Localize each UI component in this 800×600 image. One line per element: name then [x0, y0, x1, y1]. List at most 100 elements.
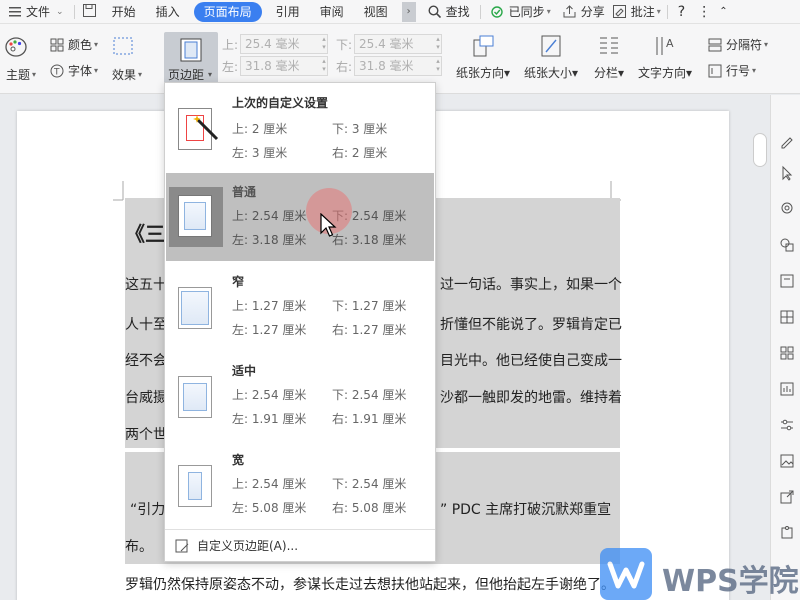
separator-icon	[708, 38, 722, 52]
effect-button[interactable]	[112, 36, 136, 66]
custom-margins-button[interactable]: 自定义页边距(A)...	[175, 537, 298, 554]
margin-area	[183, 383, 207, 411]
mouse-cursor-icon	[320, 213, 337, 237]
paper-size-button[interactable]: 纸张大小 ▾	[524, 34, 578, 81]
wps-w-mark	[607, 561, 645, 589]
search-icon	[428, 5, 442, 19]
tab-insert[interactable]: 插入	[146, 0, 190, 24]
shapes-icon[interactable]	[779, 237, 795, 253]
normal-page-icon	[178, 195, 212, 237]
more-options-icon[interactable]: ⋮	[693, 0, 715, 24]
margin-presets-dropdown: 上次的自定义设置 上: 2 厘米 下: 3 厘米 左: 3 厘米 右: 2 厘米…	[164, 82, 436, 562]
sync-button[interactable]: 已同步 ▾	[483, 0, 559, 24]
comment-button[interactable]: 批注 ▾	[609, 0, 665, 24]
palette-icon	[4, 36, 28, 60]
right-margin-spinner[interactable]: 右: 31.8 毫米	[336, 56, 442, 76]
margin-option-wide[interactable]: 宽 上: 2.54 厘米 下: 2.54 厘米 左: 5.08 厘米 右: 5.…	[166, 441, 434, 529]
tab-home[interactable]: 开始	[102, 0, 146, 24]
margin-option-title: 普通	[232, 185, 257, 199]
chart-icon[interactable]	[779, 381, 795, 397]
export-icon[interactable]	[779, 489, 795, 505]
edit-icon[interactable]	[779, 133, 795, 149]
orientation-label-wrap: 纸张方向 ▾	[456, 64, 510, 81]
margin-option-moderate[interactable]: 适中 上: 2.54 厘米 下: 2.54 厘米 左: 1.91 厘米 右: 1…	[166, 352, 434, 440]
wps-logo	[600, 548, 652, 600]
location-icon[interactable]	[779, 201, 795, 217]
apps-grid-icon[interactable]	[779, 345, 795, 361]
separator-button[interactable]: 分隔符 ▾	[708, 36, 768, 53]
help-button[interactable]: ?	[670, 0, 693, 24]
color-button[interactable]: 颜色 ▾	[50, 36, 98, 53]
file-menu[interactable]: 文件 ⌄	[0, 0, 72, 24]
format-icon[interactable]	[779, 273, 795, 289]
plugin-icon[interactable]	[779, 525, 795, 541]
pointer-icon[interactable]	[779, 165, 795, 181]
more-tabs-button[interactable]: ›	[401, 1, 416, 22]
collapse-ribbon-icon[interactable]: ⌃	[715, 0, 731, 24]
top-margin-value[interactable]: 25.4 毫米	[240, 34, 328, 54]
margin-option-narrow[interactable]: 窄 上: 1.27 厘米 下: 1.27 厘米 左: 1.27 厘米 右: 1.…	[166, 263, 434, 351]
tab-review[interactable]: 审阅	[310, 0, 354, 24]
left-margin-value[interactable]: 31.8 毫米	[240, 56, 328, 76]
margin-left-value: 左: 1.27 厘米	[232, 323, 307, 337]
separator-label: 分隔符	[726, 38, 763, 52]
doc-line-left: 两个世	[125, 427, 167, 443]
document-title: 《三	[125, 222, 165, 246]
chevron-down-icon: ▾	[504, 65, 511, 80]
text-direction-label-wrap: 文字方向 ▾	[638, 64, 692, 81]
top-margin-spinner[interactable]: 上: 25.4 毫米	[222, 34, 328, 54]
scrollbar-thumb[interactable]	[753, 133, 767, 167]
margin-option-normal[interactable]: 普通 上: 2.54 厘米 下: 2.54 厘米 左: 3.18 厘米 右: 3…	[166, 173, 434, 261]
chevron-down-icon: ▾	[94, 40, 99, 49]
left-margin-spinner[interactable]: 左: 31.8 毫米	[222, 56, 328, 76]
save-button[interactable]	[77, 0, 102, 24]
doc-quote-end: 布。	[125, 539, 153, 555]
tab-view[interactable]: 视图	[354, 0, 398, 24]
text-direction-button[interactable]: A 文字方向 ▾	[638, 34, 692, 81]
settings-icon[interactable]	[779, 417, 795, 433]
right-margin-value[interactable]: 31.8 毫米	[354, 56, 442, 76]
table-icon[interactable]	[779, 309, 795, 325]
doc-line-left: 台威摄	[125, 390, 167, 406]
chevron-down-icon: ▾	[752, 66, 757, 75]
theme-button[interactable]	[4, 36, 28, 66]
share-label: 分享	[580, 5, 605, 19]
bottom-margin-label: 下:	[336, 37, 353, 52]
tab-references[interactable]: 引用	[266, 0, 310, 24]
menu-tab-bar: 文件 ⌄ 开始 插入 页面布局 引用 审阅 视图 › 查找 已同步 ▾ 分享 批…	[0, 0, 800, 24]
chevron-down-icon: ▾	[572, 65, 579, 80]
effect-label: 效果	[112, 68, 137, 82]
theme-label: 主题	[6, 68, 31, 82]
chevron-down-icon: ▾	[32, 70, 37, 79]
image-icon[interactable]	[779, 453, 795, 469]
margin-option-title: 适中	[232, 364, 257, 378]
margin-right-value: 右: 1.91 厘米	[332, 412, 407, 426]
theme-label-button[interactable]: 主题 ▾	[6, 66, 36, 83]
vertical-scrollbar[interactable]	[750, 95, 770, 600]
margin-right-value: 右: 1.27 厘米	[332, 323, 407, 337]
doc-quote-right: ” PDC 主席打破沉默郑重宣	[440, 502, 612, 518]
chevron-down-icon: ▾	[618, 65, 625, 80]
bottom-margin-spinner[interactable]: 下: 25.4 毫米	[336, 34, 442, 54]
custom-margins-label: 自定义页边距(A)...	[197, 539, 299, 553]
font-button[interactable]: T 字体 ▾	[50, 62, 98, 79]
margin-area	[188, 472, 202, 500]
orientation-button[interactable]: 纸张方向 ▾	[456, 34, 510, 81]
margin-option-title: 宽	[232, 453, 245, 467]
search-button[interactable]: 查找	[420, 0, 478, 24]
bottom-margin-value[interactable]: 25.4 毫米	[354, 34, 442, 54]
share-button[interactable]: 分享	[559, 0, 609, 24]
tab-page-layout[interactable]: 页面布局	[193, 1, 262, 22]
margin-top-value: 上: 2.54 厘米	[232, 209, 307, 223]
line-number-button[interactable]: 行号 ▾	[708, 62, 756, 79]
page-margin-icon	[180, 38, 202, 65]
chevron-down-icon: ▾	[208, 70, 213, 79]
margin-button[interactable]: 页边距 ▾	[164, 32, 218, 86]
chevron-down-icon: ▾	[138, 70, 143, 79]
doc-quote-left: “引力	[130, 502, 166, 518]
svg-text:A: A	[666, 37, 674, 50]
effect-label-button[interactable]: 效果 ▾	[112, 66, 142, 83]
font-circle-icon: T	[50, 64, 64, 78]
columns-button[interactable]: 分栏 ▾	[594, 34, 624, 81]
margin-option-last-custom[interactable]: 上次的自定义设置 上: 2 厘米 下: 3 厘米 左: 3 厘米 右: 2 厘米	[166, 84, 434, 172]
